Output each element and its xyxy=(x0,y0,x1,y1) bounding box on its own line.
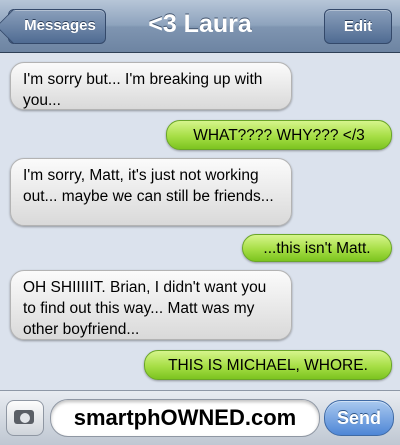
nav-bar: Messages <3 Laura Edit xyxy=(0,0,400,53)
message-input[interactable]: smartphOWNED.com xyxy=(50,399,320,437)
camera-lens-icon xyxy=(19,412,31,424)
camera-button[interactable] xyxy=(6,400,44,436)
composer-bar: smartphOWNED.com Send xyxy=(0,390,400,445)
message-bubble-outgoing: THIS IS MICHAEL, WHORE. xyxy=(144,350,392,380)
edit-button[interactable]: Edit xyxy=(324,9,392,44)
message-bubble-incoming: I'm sorry but... I'm breaking up with yo… xyxy=(10,62,292,110)
message-bubble-outgoing: WHAT???? WHY??? </3 xyxy=(166,120,392,150)
message-bubble-outgoing: ...this isn't Matt. xyxy=(242,234,392,262)
message-bubble-incoming: I'm sorry, Matt, it's just not working o… xyxy=(10,158,292,226)
send-button[interactable]: Send xyxy=(324,400,394,436)
message-bubble-incoming: OH SHIIIIIT. Brian, I didn't want you to… xyxy=(10,270,292,340)
